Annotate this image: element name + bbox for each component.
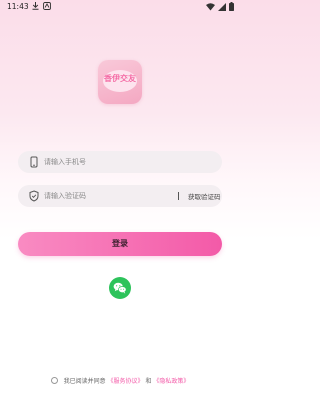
phone-icon (30, 156, 38, 168)
notification-app-icon (43, 2, 51, 10)
get-code-button[interactable]: 获取验证码 (188, 191, 221, 201)
agreement-checkbox[interactable] (50, 377, 58, 384)
app-logo: 香伊交友 (98, 60, 142, 104)
privacy-link[interactable]: 《隐私政策》 (153, 378, 189, 385)
battery-icon (229, 2, 234, 11)
wechat-icon (113, 282, 127, 294)
agreement-prefix: 我已阅读并同意 (63, 378, 106, 385)
code-field[interactable]: 获取验证码 (18, 185, 222, 207)
download-icon (32, 2, 39, 10)
status-time: 11:43 (7, 2, 29, 11)
code-input[interactable] (44, 189, 164, 203)
agreement-and: 和 (145, 378, 152, 385)
logo-text: 香伊交友 (104, 74, 136, 83)
signal-icon (218, 2, 226, 11)
status-system-icons (206, 2, 234, 11)
phone-field[interactable] (18, 151, 222, 173)
agreement-row: 我已阅读并同意 《服务协议》 和 《隐私政策》 (0, 376, 240, 386)
status-notification-icons (32, 2, 51, 10)
login-button[interactable]: 登录 (18, 232, 222, 256)
wechat-login-button[interactable] (109, 277, 131, 299)
terms-link[interactable]: 《服务协议》 (108, 378, 144, 385)
shield-icon (29, 190, 39, 202)
phone-input[interactable] (44, 155, 164, 169)
wifi-icon (206, 2, 215, 10)
code-divider (178, 192, 179, 200)
status-bar: 11:43 (0, 0, 240, 14)
